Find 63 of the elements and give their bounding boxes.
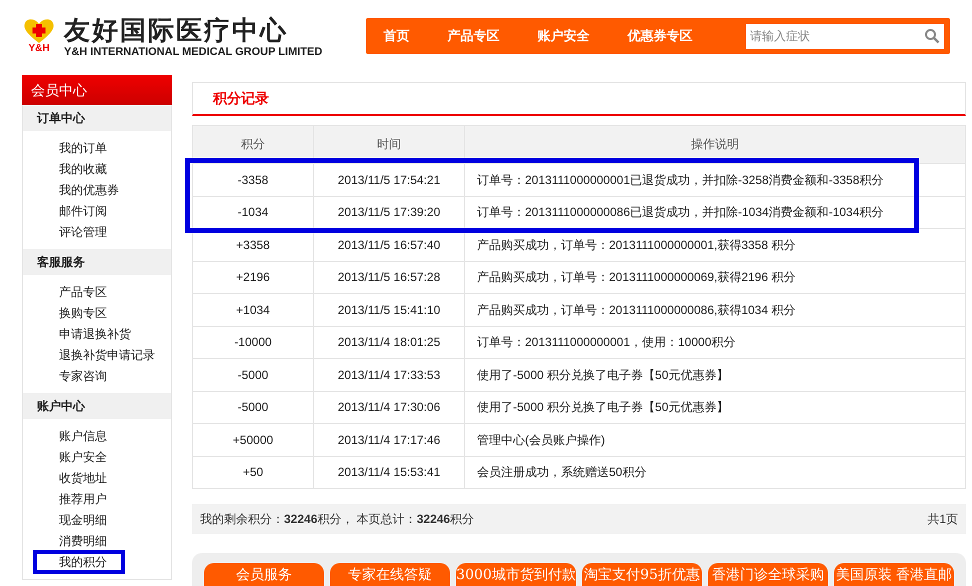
description-cell-text: 管理中心(会员账户操作) — [476, 432, 606, 449]
sidebar-link[interactable]: 申请退换补货 — [33, 324, 131, 342]
description-cell-text: 订单号：2013111000000086已退货成功，并扣除-1034消费金额和-1034积分 — [476, 204, 884, 222]
column-header: 操作说明 — [690, 136, 740, 152]
panel-title: 积分记录 — [213, 89, 269, 108]
sidebar-link[interactable]: 现金明细 — [33, 510, 107, 528]
sidebar-link[interactable]: 专家咨询 — [33, 366, 107, 384]
heart-cross-logo-icon — [22, 18, 56, 44]
description-cell-text: 使用了-5000 积分兑换了电子券【50元优惠券】 — [476, 366, 730, 384]
sidebar-section-header: 订单中心 — [23, 105, 171, 131]
sidebar-link[interactable]: 换购专区 — [33, 304, 107, 322]
time-cell: 2013/11/5 16:57:40 — [314, 229, 465, 260]
points-cell: +50 — [193, 456, 314, 488]
points-cell: +2196 — [193, 262, 314, 293]
column-header: 积分 — [193, 126, 314, 163]
sidebar-link[interactable]: 收货地址 — [33, 468, 107, 486]
time-cell: 2013/11/4 17:30:06 — [314, 392, 465, 423]
time-cell: 2013/11/5 15:41:10 — [314, 294, 465, 326]
sidebar-link[interactable]: 我的订单 — [33, 138, 107, 156]
sidebar-link[interactable]: 我的收藏 — [33, 160, 107, 178]
points-cell: -1034 — [193, 196, 314, 228]
description-cell-text: 订单号：2013111000000001已退货成功，并扣除-3258消费金额和-3358积分 — [476, 172, 884, 189]
time-cell: 2013/11/4 15:53:41 — [314, 456, 465, 488]
sidebar-link[interactable]: 产品专区 — [33, 282, 107, 300]
points-cell: -5000 — [193, 392, 314, 423]
page-count: 共1页 — [927, 511, 958, 528]
sidebar-link[interactable]: 邮件订阅 — [33, 202, 107, 220]
search-icon — [924, 28, 940, 44]
description-cell-text: 产品购买成功，订单号：2013111000000069,获得2196 积分 — [476, 269, 796, 286]
sidebar-section-header: 客服服务 — [23, 249, 171, 275]
logo-title: 友好国际医疗中心 — [64, 14, 289, 47]
sidebar-link[interactable]: 我的积分 — [33, 550, 125, 574]
sidebar-link[interactable]: 账户信息 — [33, 426, 107, 444]
time-cell: 2013/11/5 17:54:21 — [314, 164, 465, 196]
description-cell-text: 产品购买成功，订单号：2013111000000001,获得3358 积分 — [476, 236, 796, 254]
points-cell: +3358 — [193, 229, 314, 260]
time-cell: 2013/11/4 18:01:25 — [314, 326, 465, 358]
sidebar-link[interactable]: 评论管理 — [33, 222, 107, 240]
column-header: 时间 — [314, 126, 465, 163]
sidebar-title: 会员中心 — [22, 75, 172, 105]
time-cell: 2013/11/4 17:17:46 — [314, 424, 465, 456]
description-cell-text: 会员注册成功，系统赠送50积分 — [476, 464, 648, 482]
points-cell: +1034 — [193, 294, 314, 326]
description-cell-text: 产品购买成功，订单号：2013111000000086,获得1034 积分 — [476, 302, 796, 319]
time-cell: 2013/11/4 17:33:53 — [314, 359, 465, 390]
summary-text: 我的剩余积分：32246积分， 本页总计：32246积分 — [200, 511, 474, 528]
sidebar-link[interactable]: 账户安全 — [33, 448, 107, 466]
search-field[interactable]: 请输入症状 — [746, 24, 944, 48]
sidebar-link[interactable]: 推荐用户 — [33, 490, 107, 508]
time-cell: 2013/11/5 17:39:20 — [314, 196, 465, 228]
description-cell-text: 使用了-5000 积分兑换了电子券【50元优惠券】 — [476, 399, 730, 416]
logo-subtitle: Y&H INTERNATIONAL MEDICAL GROUP LIMITED — [64, 46, 322, 58]
points-cell: -5000 — [193, 359, 314, 390]
time-cell: 2013/11/5 16:57:28 — [314, 262, 465, 293]
description-cell-text: 订单号：2013111000000001，使用：10000积分 — [476, 334, 736, 352]
points-cell: -10000 — [193, 326, 314, 358]
points-cell: +50000 — [193, 424, 314, 456]
points-cell: -3358 — [193, 164, 314, 196]
sidebar-section-header: 账户中心 — [23, 393, 171, 419]
sidebar-link[interactable]: 退换补货申请记录 — [33, 346, 155, 364]
sidebar-link[interactable]: 消费明细 — [33, 532, 107, 550]
sidebar-link[interactable]: 我的优惠券 — [33, 180, 119, 198]
logo-mark: Y&H — [28, 44, 50, 54]
